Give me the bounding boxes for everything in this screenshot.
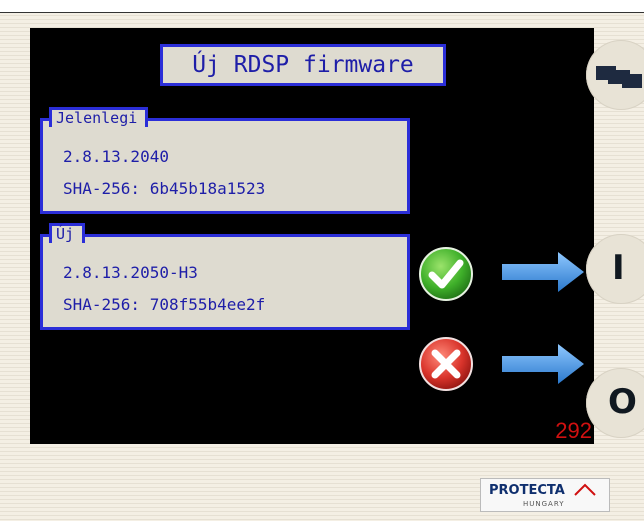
current-firmware-label: Jelenlegi: [49, 107, 149, 127]
screens-icon: [596, 66, 642, 88]
new-firmware-sha: SHA-256: 708f55b4ee2f: [63, 295, 266, 314]
protecta-logo: PROTECTA HUNGARY: [480, 478, 610, 512]
screens-button[interactable]: [586, 40, 644, 110]
logo-subtitle: HUNGARY: [523, 500, 565, 508]
current-firmware-sha: SHA-256: 6b45b18a1523: [63, 179, 266, 198]
logo-text: PROTECTA: [489, 483, 565, 498]
x-icon[interactable]: [418, 336, 474, 392]
logo-mark-icon: [574, 483, 596, 496]
i-button-label: I: [612, 248, 625, 288]
o-button[interactable]: O: [586, 368, 644, 438]
counter-value: 292: [555, 418, 592, 443]
page-title: Új RDSP firmware: [160, 44, 446, 86]
i-button[interactable]: I: [586, 234, 644, 304]
o-button-label: O: [608, 382, 637, 422]
device-screen: Új RDSP firmware Jelenlegi 2.8.13.2040 S…: [30, 28, 594, 444]
device-top-edge: [0, 0, 644, 13]
new-firmware-panel: Új 2.8.13.2050-H3 SHA-256: 708f55b4ee2f: [40, 223, 410, 330]
new-firmware-version: 2.8.13.2050-H3: [63, 263, 198, 282]
arrow-right-icon: [502, 252, 584, 292]
check-icon[interactable]: [418, 246, 474, 302]
arrow-right-icon: [502, 344, 584, 384]
current-firmware-version: 2.8.13.2040: [63, 147, 169, 166]
new-firmware-label: Új: [49, 223, 86, 243]
current-firmware-panel: Jelenlegi 2.8.13.2040 SHA-256: 6b45b18a1…: [40, 107, 410, 214]
